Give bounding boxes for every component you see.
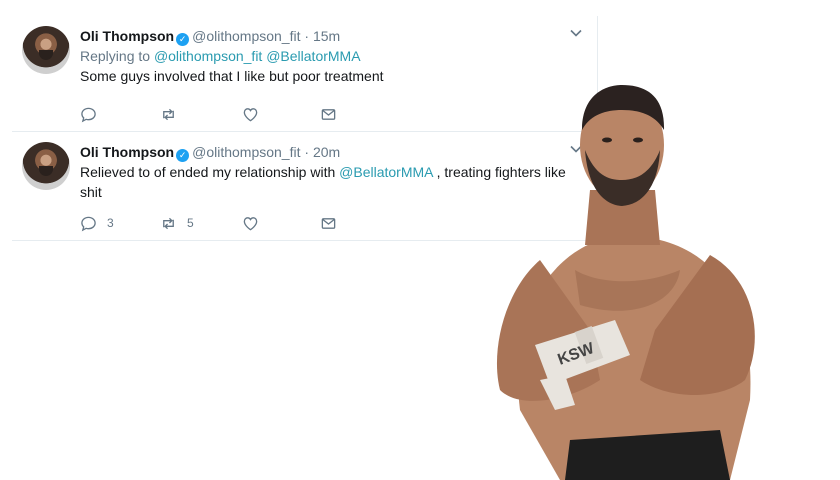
direct-message-button[interactable] (320, 105, 337, 123)
author-name[interactable]: Oli Thompson (80, 28, 174, 44)
retweet-button[interactable] (160, 105, 187, 123)
reply-mention[interactable]: @BellatorMMA (266, 48, 360, 64)
like-button[interactable] (242, 105, 269, 123)
avatar[interactable] (22, 142, 70, 190)
like-button[interactable] (242, 214, 269, 232)
tweet-mention[interactable]: @BellatorMMA (339, 164, 433, 180)
envelope-icon (321, 217, 336, 229)
reply-count: 3 (107, 216, 114, 230)
reply-mention[interactable]: @olithompson_fit (154, 48, 262, 64)
direct-message-button[interactable] (320, 214, 337, 232)
separator: · (304, 28, 310, 44)
retweet-button[interactable]: 5 (160, 214, 194, 232)
reply-icon (81, 107, 96, 122)
replying-to: Replying to @olithompson_fit @BellatorMM… (80, 46, 597, 66)
replying-prefix: Replying to (80, 48, 151, 64)
retweet-icon (163, 217, 174, 229)
heart-icon (243, 107, 258, 121)
tweet-actions (80, 105, 340, 123)
fighter-photo: KSW (496, 85, 755, 480)
verified-badge-icon: ✓ (176, 149, 190, 162)
chevron-down-icon[interactable] (569, 26, 583, 40)
heart-icon (243, 216, 258, 230)
tweet-actions: 3 5 (80, 214, 340, 232)
timestamp[interactable]: 20m (313, 144, 340, 160)
author-name[interactable]: Oli Thompson (80, 144, 174, 160)
separator: · (304, 144, 310, 160)
reply-icon (81, 216, 96, 231)
author-handle[interactable]: @olithompson_fit (192, 28, 300, 44)
envelope-icon (321, 108, 336, 120)
retweet-icon (163, 108, 174, 120)
timestamp[interactable]: 15m (313, 28, 340, 44)
avatar[interactable] (22, 26, 70, 74)
reply-button[interactable] (80, 105, 107, 123)
author-handle[interactable]: @olithompson_fit (192, 144, 300, 160)
reply-button[interactable]: 3 (80, 214, 114, 232)
verified-badge-icon: ✓ (176, 33, 190, 46)
tweet-text-part: Relieved to of ended my relationship wit… (80, 164, 336, 180)
tweet-header: Oli Thompson ✓ @olithompson_fit · 15m (80, 26, 597, 46)
retweet-count: 5 (187, 216, 194, 230)
